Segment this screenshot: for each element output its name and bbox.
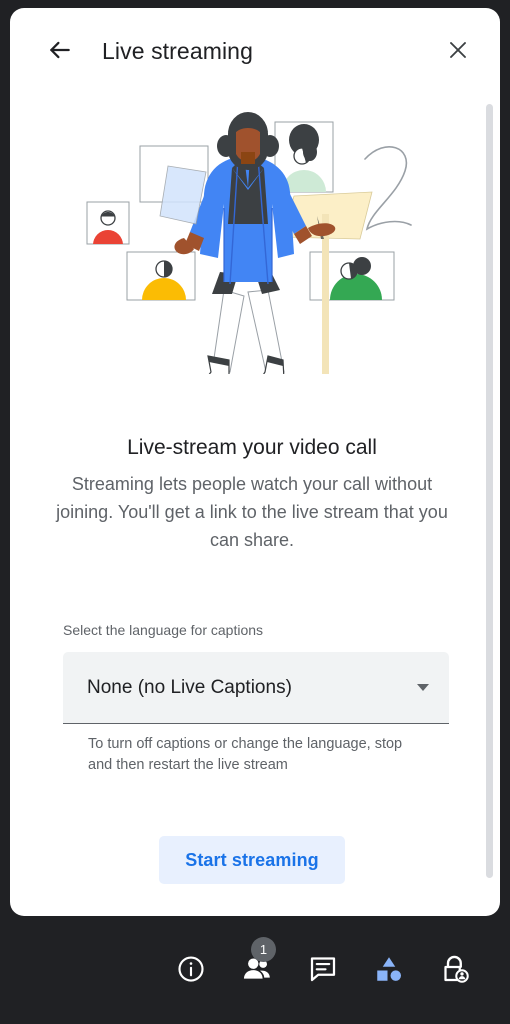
chat-icon (308, 954, 338, 987)
host-controls-button[interactable] (422, 937, 488, 1003)
live-streaming-panel: Live streaming Live-stream your video ca… (10, 8, 500, 916)
lock-person-icon (440, 954, 470, 987)
activities-button[interactable] (356, 937, 422, 1003)
meeting-details-button[interactable] (158, 937, 224, 1003)
people-button[interactable]: 1 (224, 937, 290, 1003)
caption-language-value: None (no Live Captions) (87, 676, 292, 698)
live-streaming-illustration (86, 112, 412, 374)
back-button[interactable] (40, 31, 80, 71)
squiggle-decoration (364, 146, 412, 231)
start-streaming-button[interactable]: Start streaming (159, 836, 345, 884)
page-title: Live streaming (102, 38, 253, 64)
app-root: Live streaming Live-stream your video ca… (0, 0, 510, 1024)
close-button[interactable] (438, 31, 478, 71)
bottom-toolbar: 1 (0, 916, 510, 1024)
info-icon (176, 954, 206, 987)
panel-scroll-body: Live-stream your video call Streaming le… (10, 94, 500, 916)
caption-language-select[interactable]: None (no Live Captions) (63, 652, 449, 724)
subtext: Streaming lets people watch your call wi… (56, 474, 448, 550)
caption-language-hint: To turn off captions or change the langu… (88, 736, 403, 773)
panel-header: Live streaming (10, 8, 500, 94)
chevron-down-icon (417, 684, 429, 691)
people-count-badge: 1 (251, 937, 276, 962)
headline: Live-stream your video call (127, 436, 377, 459)
back-arrow-icon (47, 37, 73, 66)
tile-red (86, 201, 130, 245)
close-icon (446, 38, 470, 65)
caption-language-label: Select the language for captions (63, 622, 264, 638)
tile-yellow (126, 251, 196, 301)
chat-button[interactable] (290, 937, 356, 1003)
illustration-container (10, 104, 494, 374)
activities-icon (374, 954, 404, 987)
action-row: Start streaming (10, 836, 494, 884)
